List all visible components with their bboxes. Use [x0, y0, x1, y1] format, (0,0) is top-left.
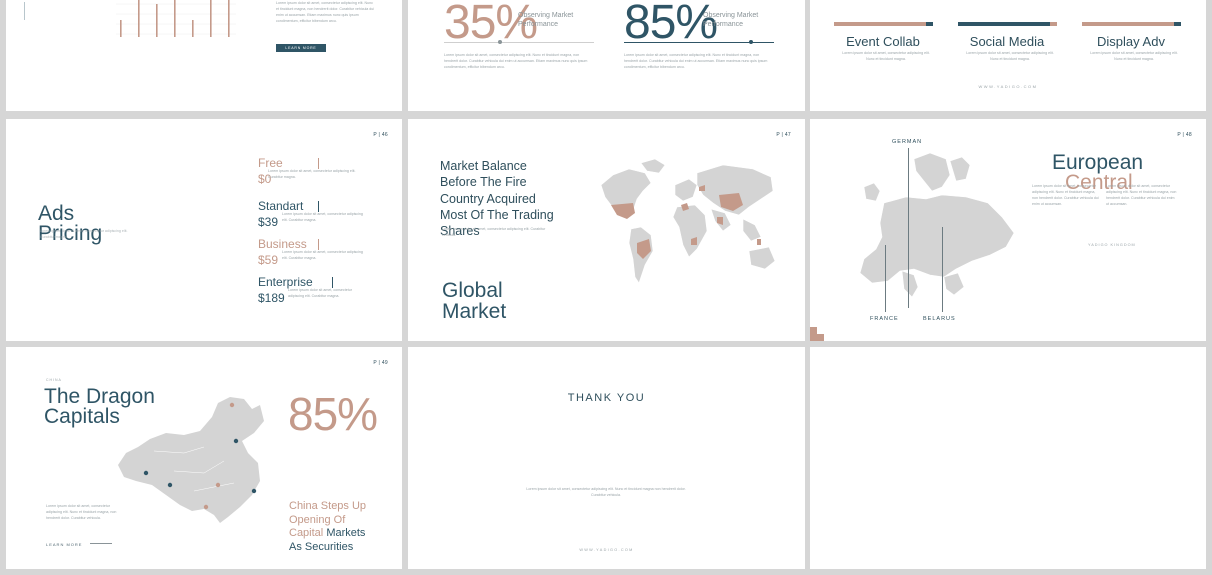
page-number: P | 47 — [776, 132, 791, 138]
plan-price-standart: $39 — [258, 215, 279, 229]
pointer-france — [885, 245, 886, 312]
plan-text-standart: Lorem ipsum dolor sit amet, consectetur … — [282, 212, 363, 222]
progress-dot-right — [749, 40, 753, 44]
learn-more-link[interactable]: LEARN MORE — [46, 542, 82, 547]
slide-accent-block — [810, 327, 824, 341]
progress-line-left — [444, 42, 594, 43]
kicker: CHINA — [46, 378, 62, 382]
intro-line-1: Market Balance — [440, 159, 527, 173]
slide-thumbnail-european-central[interactable]: P | 48 GERMAN FRANCE BELARUS European Ce… — [810, 119, 1206, 341]
body-text: Lorem ipsum dolor sit amet, consectetur … — [46, 504, 117, 520]
slide-thumbnail-chart[interactable]: Lorem ipsum dolor sit amet, consectetur … — [6, 0, 402, 111]
percentage-left-label: Observing Market Performance — [518, 12, 574, 28]
page-number: P | 49 — [373, 360, 388, 366]
service-bar-2-accent — [1050, 22, 1057, 26]
plan-price-enterprise: $189 — [258, 291, 285, 305]
intro-text: Lorem ipsum dolor sit amet, consectetur … — [442, 227, 546, 237]
slide-thumbnail-blank[interactable] — [810, 347, 1206, 569]
learn-more-button[interactable]: LEARN MORE — [276, 44, 326, 52]
body-text: Lorem ipsum dolor sit amet, consectetur … — [276, 1, 375, 23]
body-text-left: Lorem ipsum dolor sit amet, consectetur … — [1032, 184, 1099, 206]
label-german: GERMAN — [892, 139, 923, 145]
slide-title-line1: Ads — [38, 202, 75, 225]
slide-thumbnail-ads-pricing[interactable]: P | 46 Ads Pricing Lorem ipsum dolor sit… — [6, 119, 402, 341]
service-title-1: Event Collab — [846, 34, 920, 49]
caption: China Steps Up Opening Of Capital Market… — [289, 500, 379, 554]
body-text-right: Lorem ipsum dolor sit amet, consectetur … — [624, 53, 768, 69]
intro-line-4: Most Of The Trading — [440, 207, 554, 222]
slide-thumbnail-dragon-capitals[interactable]: P | 49 CHINA The Dragon Capitals 85% Chi… — [6, 347, 402, 569]
slide-thumbnail-global-market[interactable]: P | 47 Market Balance Before The Fire Co… — [408, 119, 805, 341]
plan-price-business: $59 — [258, 253, 279, 267]
slide-title-line2: Capitals — [44, 405, 120, 428]
body-text-left: Lorem ipsum dolor sit amet, consectetur … — [444, 53, 588, 69]
service-bar-1 — [834, 22, 926, 26]
title-caption: Lorem ipsum dolor sit amet, consectetur … — [40, 229, 128, 239]
label-france: FRANCE — [870, 316, 899, 322]
service-title-2: Social Media — [969, 34, 1045, 49]
china-map-icon — [118, 397, 264, 523]
service-text-3: Lorem ipsum dolor sit amet, consectetur … — [1090, 51, 1178, 61]
slide-title: THANK YOU — [567, 392, 646, 404]
plan-text-enterprise: Lorem ipsum dolor sit amet, consectetur … — [288, 288, 352, 298]
subline: YADIGO KINGDOM — [1088, 243, 1136, 247]
website-url: WWW.YADIGO.COM — [579, 548, 634, 552]
percentage: 85% — [288, 388, 378, 440]
slide-title-line2: Market — [442, 300, 507, 323]
slide-thumbnail-services[interactable]: Event Collab Lorem ipsum dolor sit amet,… — [810, 0, 1206, 111]
slide-thumbnail-percentages[interactable]: 35% Observing Market Performance Lorem i… — [408, 0, 805, 111]
intro-line-3: Country Acquired — [440, 191, 536, 206]
progress-dot-left — [498, 40, 502, 44]
world-map-icon — [600, 158, 776, 284]
page-number: P | 46 — [373, 132, 388, 138]
learn-more-arrow — [90, 543, 112, 544]
body-text-right: Lorem ipsum dolor sit amet, consectetur … — [1106, 184, 1177, 206]
website-url: WWW.YADIGO.COM — [978, 84, 1038, 89]
chart-bars-icon — [116, 0, 236, 37]
slide-thumbnail-thank-you[interactable]: THANK YOU Lorem ipsum dolor sit amet, co… — [408, 347, 805, 569]
service-bar-1-accent — [926, 22, 933, 26]
pointer-belarus — [942, 227, 943, 312]
label-belarus: BELARUS — [923, 316, 956, 322]
service-bar-2 — [958, 22, 1050, 26]
body-text: Lorem ipsum dolor sit amet, consectetur … — [526, 487, 686, 497]
page-number: P | 48 — [1177, 132, 1192, 138]
service-text-1: Lorem ipsum dolor sit amet, consectetur … — [842, 51, 930, 61]
service-bar-3-accent — [1174, 22, 1181, 26]
intro-line-2: Before The Fire — [440, 175, 527, 190]
slide-title-line1: Global — [442, 279, 503, 302]
percentage-right-label: Observing Market Performance — [703, 12, 759, 28]
pointer-german — [908, 148, 909, 308]
service-text-2: Lorem ipsum dolor sit amet, consectetur … — [966, 51, 1054, 61]
service-title-3: Display Adv — [1097, 34, 1165, 49]
slide-title-line1: European — [1052, 151, 1144, 174]
vertical-caption — [24, 2, 25, 20]
plan-text-business: Lorem ipsum dolor sit amet, consectetur … — [282, 250, 363, 260]
plan-text-free: Lorem ipsum dolor sit amet, consectetur … — [268, 169, 356, 179]
service-bar-3 — [1082, 22, 1174, 26]
